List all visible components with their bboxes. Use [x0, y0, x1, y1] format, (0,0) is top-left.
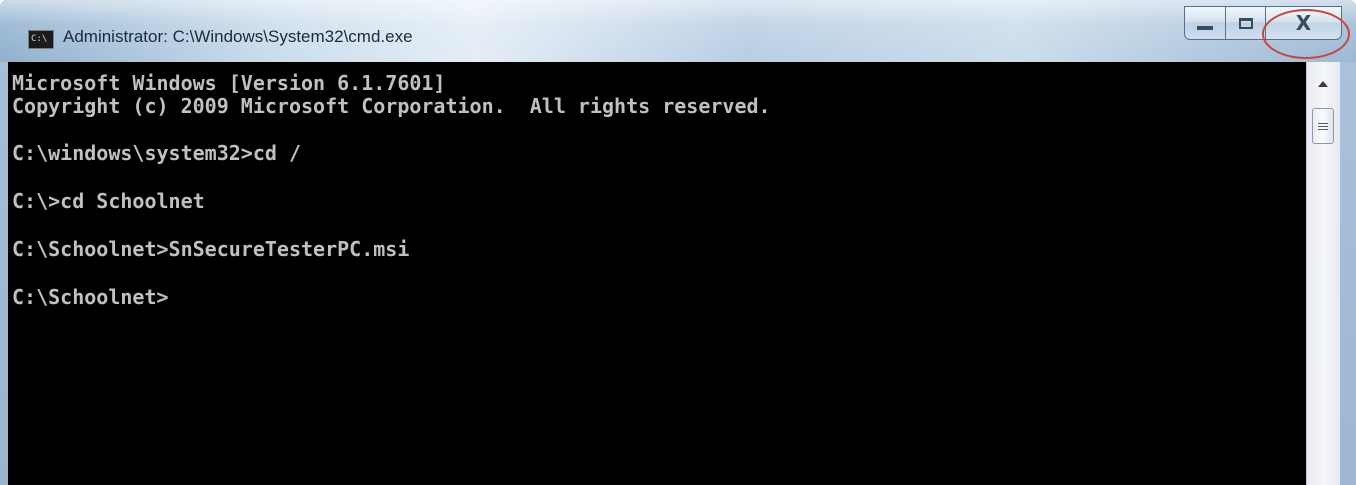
arrow-up-icon	[1318, 81, 1328, 87]
scroll-up-button[interactable]	[1312, 74, 1334, 94]
caption-buttons: X	[1184, 6, 1350, 59]
console-line: C:\Schoolnet>SnSecureTesterPC.msi	[12, 237, 410, 261]
grip-line	[1318, 122, 1328, 124]
close-icon: X	[1295, 11, 1312, 35]
close-button[interactable]: X	[1262, 6, 1350, 59]
title-bar[interactable]: C:\ Administrator: C:\Windows\System32\c…	[0, 0, 1356, 62]
minimize-icon	[1197, 26, 1213, 30]
minimize-button[interactable]	[1184, 6, 1226, 40]
vertical-scrollbar[interactable]	[1306, 62, 1340, 485]
window-right-border	[1340, 62, 1356, 485]
console-line: C:\>cd Schoolnet	[12, 189, 205, 213]
cmd-icon[interactable]: C:\	[28, 30, 54, 49]
scroll-thumb[interactable]	[1312, 108, 1334, 144]
window-title: Administrator: C:\Windows\System32\cmd.e…	[63, 27, 413, 46]
cmd-icon-text: C:\	[31, 34, 48, 44]
maximize-button[interactable]	[1226, 6, 1266, 40]
cmd-window: C:\ Administrator: C:\Windows\System32\c…	[0, 0, 1356, 485]
console-line: Copyright (c) 2009 Microsoft Corporation…	[12, 94, 771, 118]
console-output[interactable]: Microsoft Windows [Version 6.1.7601] Cop…	[8, 62, 1306, 485]
console-line: C:\Schoolnet>	[12, 285, 169, 309]
grip-line	[1318, 128, 1328, 130]
console-line: Microsoft Windows [Version 6.1.7601]	[12, 71, 446, 95]
grip-line	[1318, 125, 1328, 127]
window-left-border	[0, 62, 8, 485]
maximize-icon	[1238, 17, 1253, 29]
console-line: C:\windows\system32>cd /	[12, 141, 301, 165]
